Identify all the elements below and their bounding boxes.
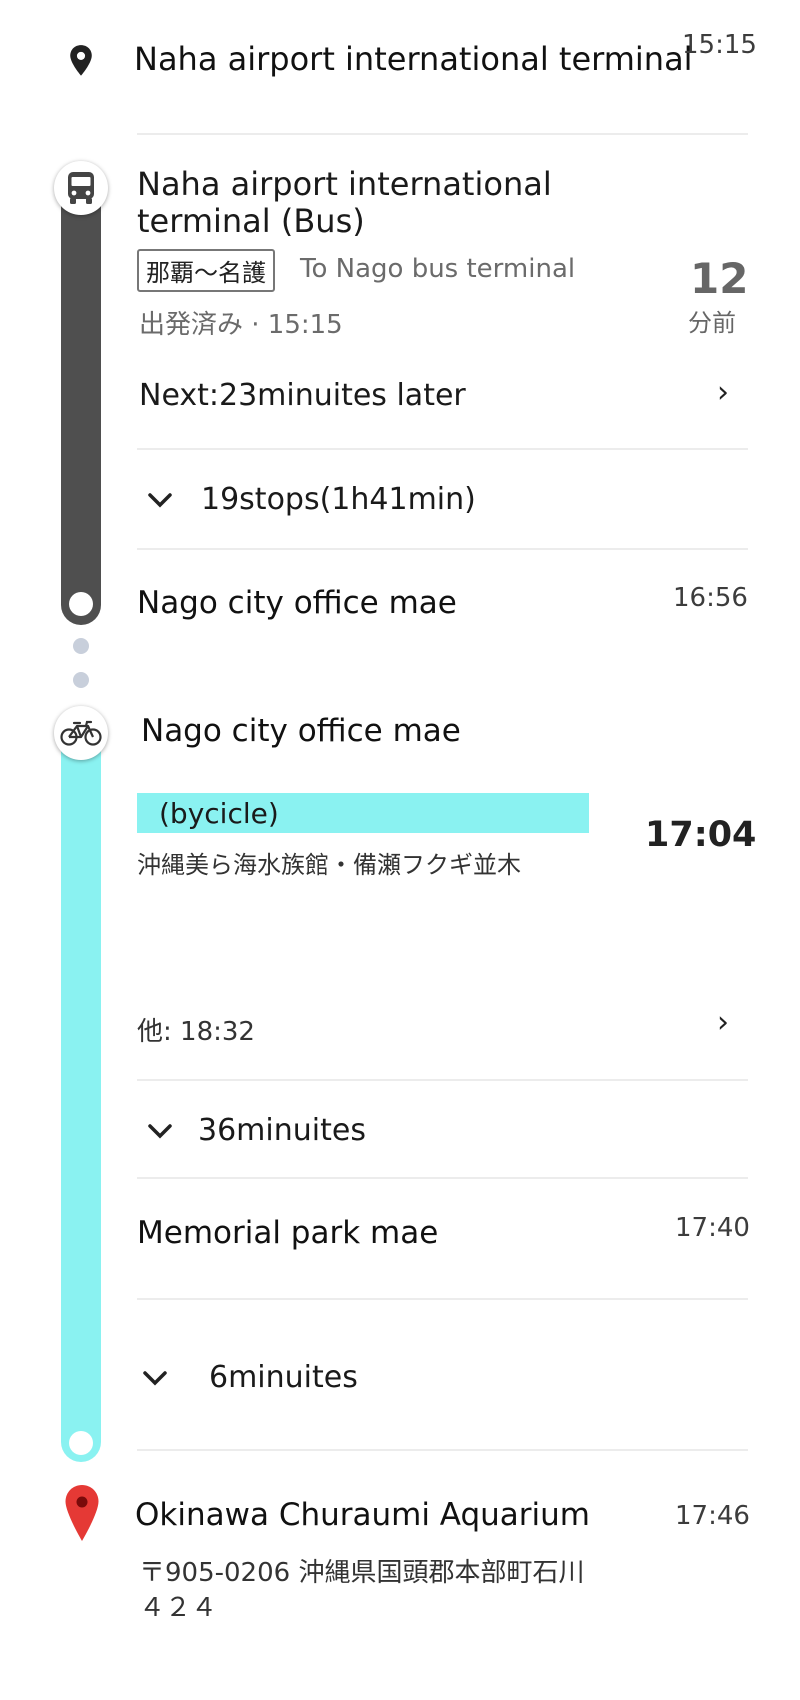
divider (137, 1079, 748, 1081)
segment2-toggle[interactable]: 6minuites (137, 1354, 748, 1410)
divider (137, 1298, 748, 1300)
bus-route-line (61, 175, 101, 625)
countdown-unit: 分前 (688, 309, 736, 337)
destination-time: 17:46 (675, 1501, 750, 1531)
bicycle-icon (54, 706, 108, 760)
chevron-down-icon (147, 1123, 173, 1143)
divider (137, 548, 748, 550)
next-departure-label: Next:23minuites later (139, 378, 466, 413)
bike-depart-time: 17:04 (645, 815, 757, 855)
bus-direction: To Nago bus terminal (300, 254, 576, 284)
destination-address-line1: 〒905-0206 沖縄県国頭郡本部町石川 (139, 1558, 585, 1588)
mode-label: (bycicle) (159, 797, 279, 830)
other-times-row[interactable]: 他: 18:32 › (137, 1000, 748, 1056)
origin-pin-icon (67, 44, 95, 78)
divider (137, 133, 748, 135)
origin-name: Naha airport international terminal (134, 40, 693, 78)
divider (137, 448, 748, 450)
destination-name: Okinawa Churaumi Aquarium (135, 1497, 590, 1533)
transfer-dot (73, 638, 89, 654)
intermediate-stop: Memorial park mae (137, 1215, 439, 1251)
chevron-right-icon: › (717, 1005, 729, 1040)
bus-stop-name: Naha airport international terminal (Bus… (137, 165, 552, 240)
chevron-down-icon (142, 1370, 168, 1390)
departure-status: 出発済み · 15:15 (139, 310, 343, 340)
route-badge[interactable]: 那覇〜名護 (137, 249, 275, 292)
bus-alight-stop: Nago city office mae (137, 585, 457, 621)
bus-alight-node (69, 592, 93, 616)
next-departure-row[interactable]: Next:23minuites later › (137, 370, 748, 426)
destination-description: 沖縄美ら海水族館・備瀬フクギ並木 (137, 851, 521, 879)
bike-route-line (61, 730, 101, 1462)
chevron-down-icon (147, 492, 173, 512)
stops-summary: 19stops(1h41min) (201, 482, 476, 517)
other-times-label: 他: 18:32 (137, 1017, 255, 1047)
destination-address-line2: ４２４ (139, 1593, 218, 1623)
stops-toggle[interactable]: 19stops(1h41min) (137, 476, 748, 532)
segment1-toggle[interactable]: 36minuites (137, 1105, 748, 1161)
bus-alight-time: 16:56 (673, 583, 748, 613)
segment1-duration: 36minuites (198, 1113, 366, 1148)
countdown-value: 12 (690, 254, 749, 303)
bike-end-node (69, 1431, 93, 1455)
divider (137, 1177, 748, 1179)
red-pin-icon (63, 1483, 101, 1543)
bike-start-name: Nago city office mae (141, 713, 461, 749)
mode-label-bar: (bycicle) (137, 793, 589, 833)
chevron-right-icon: › (717, 375, 729, 410)
transfer-dot (73, 672, 89, 688)
origin-time: 15:15 (682, 30, 757, 60)
bus-icon (54, 161, 108, 215)
intermediate-time: 17:40 (675, 1213, 750, 1243)
divider (137, 1449, 748, 1451)
segment2-duration: 6minuites (209, 1360, 358, 1395)
